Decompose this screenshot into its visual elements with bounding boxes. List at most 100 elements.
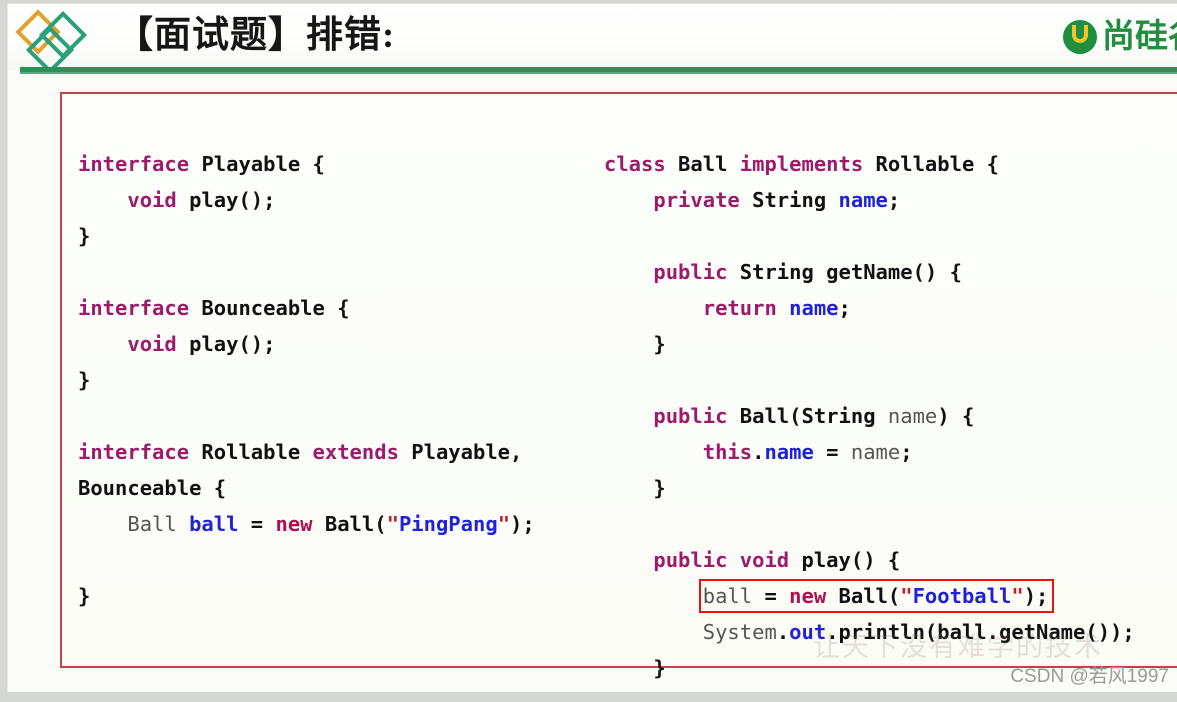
code-token: .: [752, 440, 765, 464]
code-line: private String name;: [604, 182, 1135, 218]
code-token: ": [386, 512, 399, 536]
code-token: return: [702, 296, 777, 320]
code-token: class: [604, 152, 666, 176]
code-token: ) {: [937, 404, 975, 428]
code-token: new: [789, 584, 827, 608]
header-divider-shadow: [20, 72, 1177, 74]
code-token: public: [653, 404, 728, 428]
code-token: }: [78, 584, 91, 608]
code-token: .: [776, 620, 790, 644]
code-token: Rollable: [189, 440, 313, 464]
code-token: name: [887, 404, 938, 428]
code-token: PingPang: [398, 512, 498, 536]
code-line: }: [78, 218, 535, 254]
code-line: class Ball implements Rollable {: [604, 146, 1135, 182]
three-diamonds-icon: [15, 9, 100, 75]
code-line: interface Bounceable {: [78, 290, 535, 326]
code-token: private: [653, 188, 740, 212]
code-line: public String getName() {: [604, 254, 1135, 290]
code-token: }: [78, 368, 91, 392]
code-token: Rollable {: [863, 152, 999, 176]
code-token: name: [850, 440, 901, 464]
code-line: Bounceable {: [78, 470, 535, 506]
code-token: ;: [838, 296, 851, 320]
code-token: name: [789, 296, 839, 320]
atguigu-u-icon: [1063, 20, 1097, 54]
brand-name: 尚硅谷: [1102, 19, 1177, 55]
code-panel: interface Playable { void play();} inter…: [60, 92, 1177, 680]
code-line: }: [604, 326, 1135, 362]
code-token: Bounceable {: [189, 296, 350, 320]
code-line: this.name = name;: [604, 434, 1135, 470]
code-token: Bounceable {: [78, 476, 227, 500]
code-token: public: [653, 260, 728, 284]
code-token: =: [238, 512, 276, 536]
code-line: ball = new Ball("Football");: [604, 578, 1135, 614]
code-token: name: [764, 440, 814, 464]
code-token: System: [702, 620, 777, 644]
code-token: Ball: [127, 512, 177, 536]
code-token: void: [739, 548, 790, 572]
code-token: }: [604, 476, 666, 500]
code-token: play();: [176, 188, 276, 212]
brand-logo: 尚硅谷: [1063, 14, 1177, 60]
code-token: );: [1023, 584, 1049, 608]
code-token: String getName() {: [727, 260, 962, 284]
code-token: Playable: [201, 152, 301, 176]
code-token: }: [78, 224, 91, 248]
code-token: ": [900, 584, 913, 608]
code-line: }: [604, 470, 1135, 506]
code-token: Playable,: [398, 440, 523, 464]
code-token: play();: [176, 332, 276, 356]
code-token: extends: [312, 440, 399, 464]
code-token: this: [702, 440, 753, 464]
code-block-left: interface Playable { void play();} inter…: [78, 146, 535, 614]
code-token: interface: [78, 152, 190, 176]
code-token: play() {: [789, 548, 901, 572]
slide-page: 【面试题】排错: 尚硅谷 interface Playable { void p…: [8, 4, 1177, 692]
code-token: interface: [78, 440, 190, 464]
code-line: }: [78, 362, 535, 398]
code-token: ball: [702, 584, 753, 608]
slide-watermark: 让天下没有难学的技术: [813, 632, 1103, 662]
code-token: ;: [900, 440, 913, 464]
code-token: ": [1011, 584, 1024, 608]
code-token: =: [813, 440, 851, 464]
code-line: void play();: [78, 326, 535, 362]
code-line: void play();: [78, 182, 535, 218]
code-token: Football: [912, 584, 1012, 608]
page-title: 【面试题】排错:: [116, 15, 396, 56]
code-block-right: class Ball implements Rollable { private…: [604, 146, 1135, 692]
code-line: interface Rollable extends Playable,: [78, 434, 535, 470]
code-token: ;: [887, 188, 901, 212]
code-token: Ball: [665, 152, 740, 176]
code-token: =: [752, 584, 790, 608]
error-highlight-box: ball = new Ball("Football");: [698, 579, 1055, 613]
slide-bottom-frame: [0, 692, 1177, 702]
code-line: }: [78, 578, 535, 614]
code-token: new: [275, 512, 313, 536]
code-line: interface Playable {: [78, 146, 535, 182]
code-token: void: [127, 332, 177, 356]
code-token: String: [739, 188, 839, 212]
code-token: }: [604, 332, 666, 356]
slide-header: 【面试题】排错: 尚硅谷: [8, 4, 1177, 75]
code-line: return name;: [604, 290, 1135, 326]
